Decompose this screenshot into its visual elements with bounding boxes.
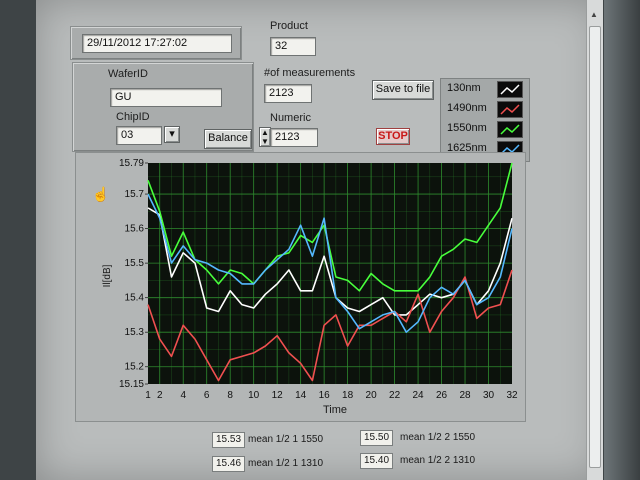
measurements-indicator: 2123: [264, 84, 312, 103]
chevron-down-icon[interactable]: ▾: [164, 126, 180, 143]
legend-swatch-icon: [497, 121, 523, 138]
mouse-cursor-icon: ☝: [92, 186, 110, 202]
gauge-value: 15.40: [360, 453, 394, 469]
wafer-label: WaferID: [108, 68, 148, 80]
legend-swatch-icon: [497, 81, 523, 98]
chip-label: ChipID: [116, 111, 150, 123]
save-to-file-button[interactable]: Save to file: [372, 80, 434, 100]
legend-item[interactable]: 1490nm: [441, 99, 529, 119]
product-label: Product: [270, 20, 308, 32]
gauge-label: mean 1/2 2 1550: [400, 432, 476, 443]
legend-item[interactable]: 1550nm: [441, 119, 529, 139]
legend-label: 1490nm: [447, 102, 487, 114]
scroll-up-icon[interactable]: ▲: [589, 10, 599, 22]
gauge-value: 15.53: [212, 432, 246, 448]
numeric-label: Numeric: [270, 112, 311, 124]
product-indicator: 32: [270, 37, 316, 56]
balance-button[interactable]: Balance: [204, 129, 252, 149]
stop-button[interactable]: STOP: [376, 128, 410, 145]
scrollbar-thumb[interactable]: [589, 26, 601, 468]
measurements-label: #of measurements: [264, 67, 356, 79]
gauge-label: mean 1/2 2 1310: [400, 455, 476, 466]
datetime-indicator: 29/11/2012 17:27:02: [82, 34, 232, 53]
gauge-label: mean 1/2 1 1310: [248, 458, 324, 469]
legend-label: 1550nm: [447, 122, 487, 134]
gauge-value: 15.50: [360, 430, 394, 446]
legend-label: 130nm: [447, 82, 481, 94]
gauge-label: mean 1/2 1 1550: [248, 434, 324, 445]
plot-legend: 130nm 1490nm 1550nm 1625nm: [440, 78, 530, 162]
chip-select[interactable]: 03: [116, 126, 162, 145]
legend-item[interactable]: 130nm: [441, 79, 529, 99]
monitor-bezel: [604, 0, 640, 480]
numeric-input[interactable]: 2123: [270, 128, 318, 147]
gauge-value: 15.46: [212, 456, 246, 472]
legend-swatch-icon: [497, 101, 523, 118]
wafer-input[interactable]: GU: [110, 88, 222, 107]
waveform-chart-panel: [75, 152, 526, 422]
